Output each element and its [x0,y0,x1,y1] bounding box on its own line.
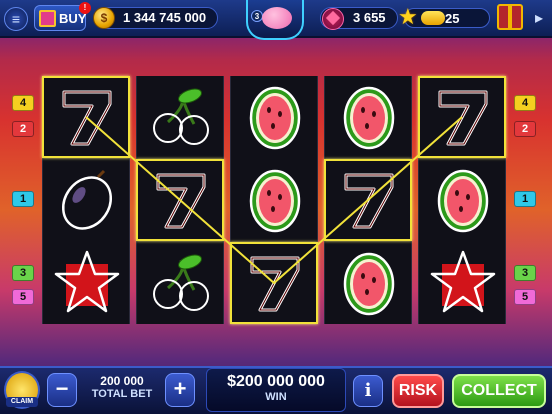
watermelon-symbol [419,159,507,241]
total-bet-label: TOTAL BET [91,388,153,400]
buy-notification-badge: ! [79,2,91,14]
reels-area [42,76,510,324]
decrease-bet-button[interactable]: − [47,373,77,407]
payline-left-1: 1 [12,191,34,207]
winning-symbol-highlight [324,159,412,241]
piggy-bank-button[interactable]: 3 [246,0,304,40]
level-value: 25 [445,11,460,26]
plum-symbol [43,159,131,241]
menu-coin-icon[interactable]: ≡ [4,7,28,31]
winning-symbol-highlight [230,242,318,324]
buy-button[interactable]: BUY ! [34,2,91,31]
winning-symbol-highlight [418,76,506,158]
total-bet-display: 200 000 TOTAL BET [85,372,159,408]
watermelon-symbol [231,159,319,241]
collect-button[interactable]: COLLECT [452,374,546,408]
win-display: $200 000 000 WIN [206,368,346,412]
settings-arrow-icon[interactable]: ▸ [531,8,547,28]
gift-icon [39,10,56,27]
watermelon-symbol [231,76,319,158]
payline-right-2: 2 [514,121,536,137]
info-button[interactable]: i [353,375,383,407]
payline-left-3: 3 [12,265,34,281]
star-symbol [43,242,131,324]
winning-symbol-highlight [136,159,224,241]
gift-box-icon[interactable] [497,4,523,30]
payline-left-2: 2 [12,121,34,137]
payline-right-5: 5 [514,289,536,305]
cherry-symbol [137,76,225,158]
coin-balance-value: 1 344 745 000 [123,10,207,25]
win-label: WIN [265,391,287,403]
star-icon: ★ [398,4,418,29]
gem-balance-value: 3 655 [353,10,386,25]
win-value: $200 000 000 [227,373,325,390]
increase-bet-button[interactable]: + [165,373,195,407]
level-progress-fill [421,11,445,25]
total-bet-value: 200 000 [100,374,144,388]
diamond-icon [322,8,344,30]
claim-label: CLAIM [6,397,38,407]
payline-left-5: 5 [12,289,34,305]
payline-right-1: 1 [514,191,536,207]
risk-button[interactable]: RISK [392,374,444,408]
star-symbol [419,242,507,324]
dollar-coin-icon: $ [93,7,115,29]
piggy-bank-icon [262,7,292,29]
watermelon-symbol [325,76,413,158]
watermelon-symbol [325,242,413,324]
cherry-symbol [137,242,225,324]
payline-right-3: 3 [514,265,536,281]
coin-balance: $ 1 344 745 000 [93,7,218,29]
payline-left-4: 4 [12,95,34,111]
winning-symbol-highlight [42,76,130,158]
payline-right-4: 4 [514,95,536,111]
